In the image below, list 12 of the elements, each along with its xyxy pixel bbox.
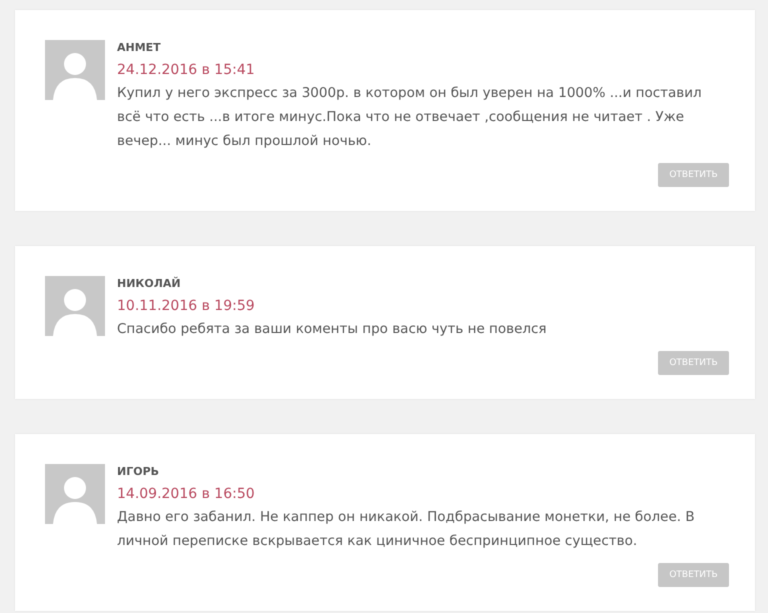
comment-text: Купил у него экспресс за 3000р. в котором он был уверен на 1000% ...и поставил всё что есть ...в итоге минус.Пока что не отвечает ,сообщения не читает . Уже вечер... минус был прошлой ночью. — [117, 84, 703, 151]
comment-text: Давно его забанил. Не каппер он никакой. Подбрасывание монетки, не более. В личной переписке вскрывается как циничное беспринципное существо. — [117, 508, 696, 551]
comment-author: НИКОЛАЙ — [117, 277, 182, 290]
comment-date[interactable]: 10.11.2016 в 19:59 — [117, 295, 729, 317]
comment-date[interactable]: 14.09.2016 в 16:50 — [117, 483, 729, 505]
user-avatar-icon — [45, 464, 105, 524]
comment-text: Спасибо ребята за ваши коменты про васю чуть не повелся — [117, 320, 548, 339]
user-avatar-icon — [45, 40, 105, 100]
comment-date[interactable]: 24.12.2016 в 15:41 — [117, 59, 729, 81]
comment-author: АНМЕТ — [117, 41, 162, 54]
comment-author: ИГОРЬ — [117, 465, 160, 478]
user-avatar-icon — [45, 276, 105, 336]
